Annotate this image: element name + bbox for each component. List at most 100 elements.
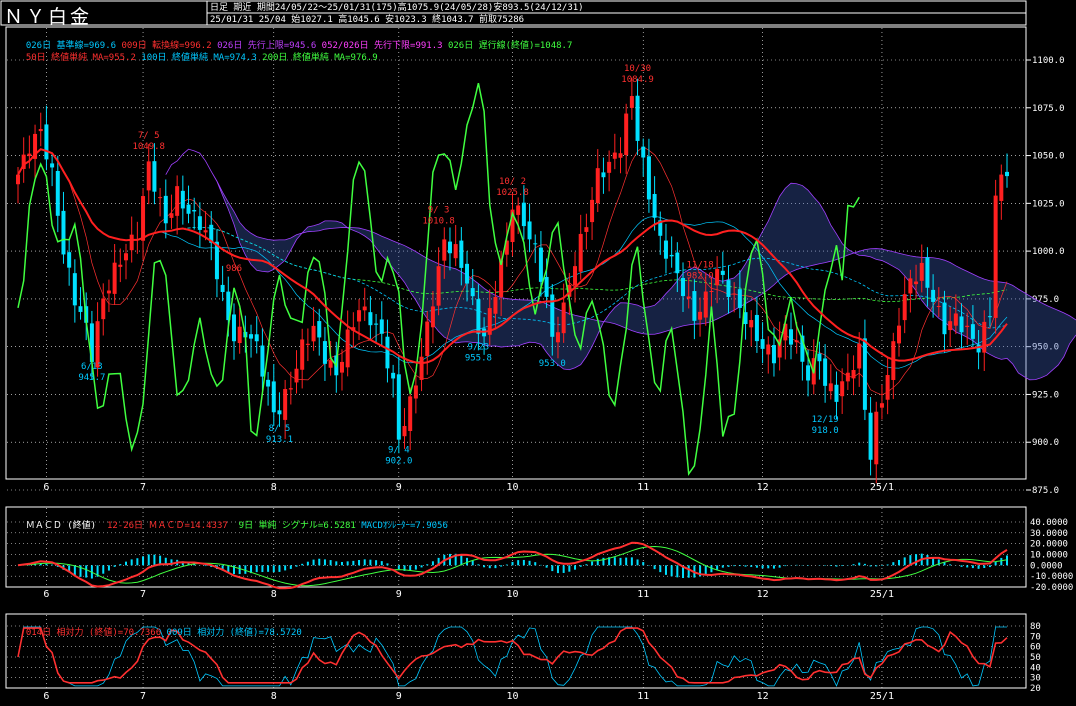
price-tick-label: 925.0 xyxy=(1032,390,1059,400)
candle-body xyxy=(902,294,907,321)
legend-item: ＭＡＣＤ (終値) xyxy=(25,521,97,531)
candle-body xyxy=(419,356,424,380)
candle-body xyxy=(862,338,867,410)
x-tick-label: 9 xyxy=(396,589,402,600)
candle-body xyxy=(573,266,578,286)
annotation-value: 918.0 xyxy=(812,426,839,436)
x-tick-label: 8 xyxy=(271,691,277,702)
annotation-value: 1049.8 xyxy=(132,142,165,152)
x-tick-label: 8 xyxy=(271,482,277,493)
annotation-value: 955.8 xyxy=(465,354,492,364)
candle-body xyxy=(732,293,737,295)
x-tick-label: 12 xyxy=(757,691,769,702)
candle-body xyxy=(879,403,884,408)
candle-body xyxy=(692,291,697,321)
candle-body xyxy=(197,216,202,230)
instrument-title: ＮＹ白金 xyxy=(4,6,93,28)
candle-body xyxy=(595,168,600,204)
candle-body xyxy=(521,202,526,227)
candle-body xyxy=(470,288,475,297)
x-tick-label: 12 xyxy=(757,482,769,493)
annotation-date: 8/ 5 xyxy=(269,424,291,434)
candle-body xyxy=(726,280,731,297)
candle-body xyxy=(607,161,612,173)
macd-tick-label: -10.0000 xyxy=(1030,572,1073,582)
candle-body xyxy=(152,161,157,192)
candle-body xyxy=(442,239,447,261)
last-bar-info: 25/01/31 25/04 始1027.1 高1045.6 安1023.3 終… xyxy=(210,15,525,25)
candle-body xyxy=(914,281,919,285)
legend-item: 014日 相対力 (終値)=70.7366 xyxy=(25,628,162,638)
legend-item: 9日 単純 シグナル=6.5281 xyxy=(238,521,356,531)
price-tick-label: 1025.0 xyxy=(1032,199,1065,209)
annotation-value: 913.1 xyxy=(266,435,293,445)
x-tick-label: 7 xyxy=(140,482,146,493)
price-tick-label: 875.0 xyxy=(1032,486,1059,496)
candle-body xyxy=(357,310,362,322)
price-tick-label: 1100.0 xyxy=(1032,56,1065,66)
candle-body xyxy=(987,316,992,318)
candle-body xyxy=(629,96,634,108)
candle-body xyxy=(339,361,344,373)
candle-body xyxy=(754,314,759,342)
candle-body xyxy=(402,426,407,437)
legend-item: 026日 遅行線(終値)=1048.7 xyxy=(447,41,573,51)
x-tick-label: 9 xyxy=(396,691,402,702)
x-tick-label: 9 xyxy=(396,482,402,493)
macd-tick-label: 40.0000 xyxy=(1030,518,1068,528)
candle-body xyxy=(931,289,936,302)
annotation-date: 9/23 xyxy=(468,343,490,353)
candle-body xyxy=(715,269,720,286)
candle-body xyxy=(141,196,146,241)
candle-body xyxy=(447,241,452,254)
candle-body xyxy=(516,205,521,215)
candle-body xyxy=(925,257,930,288)
annotation-value: 945.7 xyxy=(78,373,105,383)
x-tick-label: 10 xyxy=(506,482,518,493)
candle-body xyxy=(95,321,100,368)
macd-tick-label: 10.0000 xyxy=(1030,551,1068,561)
candle-body xyxy=(146,161,151,191)
candle-body xyxy=(231,314,236,342)
candle-body xyxy=(544,276,549,297)
candle-body xyxy=(942,302,947,335)
candle-body xyxy=(203,230,208,233)
candle-body xyxy=(766,344,771,355)
candle-body xyxy=(163,195,168,224)
rsi-tick-label: 60 xyxy=(1030,643,1041,653)
candle-body xyxy=(965,325,970,328)
candle-body xyxy=(618,153,623,158)
candle-body xyxy=(396,374,401,440)
price-tick-label: 900.0 xyxy=(1032,438,1059,448)
x-tick-label: 12 xyxy=(757,589,769,600)
x-tick-label: 11 xyxy=(637,589,649,600)
candle-body xyxy=(61,210,66,255)
legend-item: 12-26日 ＭＡＣＤ=14.4337 xyxy=(106,521,228,531)
candle-body xyxy=(834,384,839,402)
x-tick-label: 6 xyxy=(43,482,49,493)
candle-body xyxy=(288,388,293,390)
candle-body xyxy=(294,368,299,383)
candle-body xyxy=(27,153,32,157)
candle-body xyxy=(118,264,123,267)
candle-body xyxy=(328,360,333,368)
candle-body xyxy=(845,372,850,382)
price-tick-label: 1000.0 xyxy=(1032,247,1065,257)
candle-body xyxy=(868,412,873,460)
candle-body xyxy=(175,186,180,216)
macd-legend: ＭＡＣＤ (終値) 12-26日 ＭＡＣＤ=14.4337 9日 単純 シグナル… xyxy=(15,510,448,532)
candle-body xyxy=(885,375,890,400)
candle-body xyxy=(72,273,77,306)
candle-body xyxy=(703,291,708,318)
candle-body xyxy=(737,289,742,308)
candle-body xyxy=(1005,171,1009,177)
candle-body xyxy=(828,383,833,392)
candle-body xyxy=(78,306,83,312)
candle-body xyxy=(476,299,481,334)
candle-body xyxy=(612,152,617,159)
candle-body xyxy=(374,323,379,325)
candle-body xyxy=(959,316,964,333)
macd-tick-label: 0.0000 xyxy=(1030,561,1063,571)
candle-body xyxy=(379,319,384,334)
x-tick-label: 6 xyxy=(43,589,49,600)
